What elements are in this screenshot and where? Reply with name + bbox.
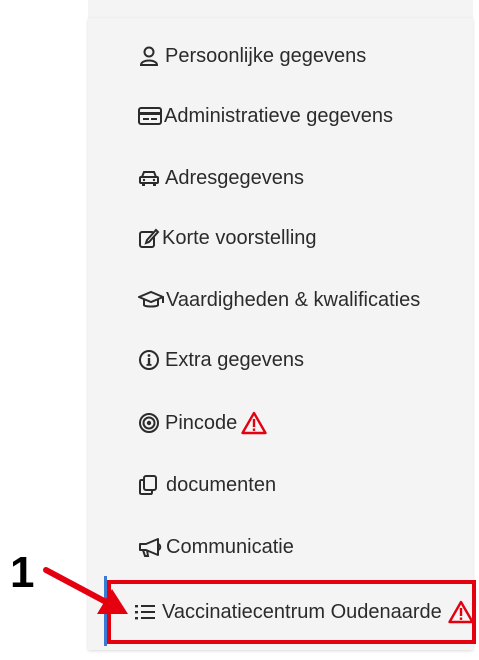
page: Persoonlijke gegevens Administratieve ge…: [0, 0, 479, 660]
menu-item-extra-gegevens[interactable]: Extra gegevens: [138, 340, 304, 380]
user-icon: [138, 45, 160, 67]
car-icon: [138, 168, 160, 188]
copy-icon: [138, 474, 158, 496]
info-icon: [138, 349, 160, 371]
menu-item-documenten[interactable]: documenten: [138, 465, 276, 505]
menu-item-pincode[interactable]: Pincode: [138, 403, 267, 443]
annotation-arrow: [43, 567, 128, 614]
menu-item-vaardigheden-kwalificaties[interactable]: Vaardigheden & kwalificaties: [138, 280, 420, 320]
graduation-cap-icon: [138, 290, 164, 310]
menu-item-administratieve-gegevens[interactable]: Administratieve gegevens: [138, 96, 393, 136]
list-icon: [134, 602, 156, 622]
menu-item-label: documenten: [166, 473, 277, 496]
target-icon: [138, 412, 160, 434]
menu-item-label: Administratieve gegevens: [164, 104, 394, 127]
menu-item-communicatie[interactable]: Communicatie: [138, 527, 294, 567]
menu-item-korte-voorstelling[interactable]: Korte voorstelling: [138, 218, 317, 258]
menu-item-label: Pincode: [165, 411, 238, 434]
megaphone-icon: [138, 536, 164, 558]
menu-item-label: Extra gegevens: [165, 348, 304, 371]
menu-item-label: Adresgegevens: [165, 166, 304, 189]
warning-icon: [241, 411, 267, 435]
annotation-number: 1: [10, 548, 35, 597]
menu-item-label: Communicatie: [166, 535, 294, 558]
menu-item-label: Vaardigheden & kwalificaties: [166, 288, 421, 311]
menu-item-label: Korte voorstelling: [162, 226, 317, 249]
menu-item-vaccinatiecentrum-oudenaarde[interactable]: Vaccinatiecentrum Oudenaarde: [134, 592, 474, 632]
edit-icon: [138, 227, 160, 249]
menu-item-label: Persoonlijke gegevens: [165, 44, 367, 67]
id-card-icon: [138, 106, 162, 126]
menu-item-persoonlijke-gegevens[interactable]: Persoonlijke gegevens: [138, 36, 366, 76]
menu-item-adresgegevens[interactable]: Adresgegevens: [138, 158, 304, 198]
menu-item-label: Vaccinatiecentrum Oudenaarde: [162, 600, 442, 623]
warning-icon: [448, 600, 474, 624]
